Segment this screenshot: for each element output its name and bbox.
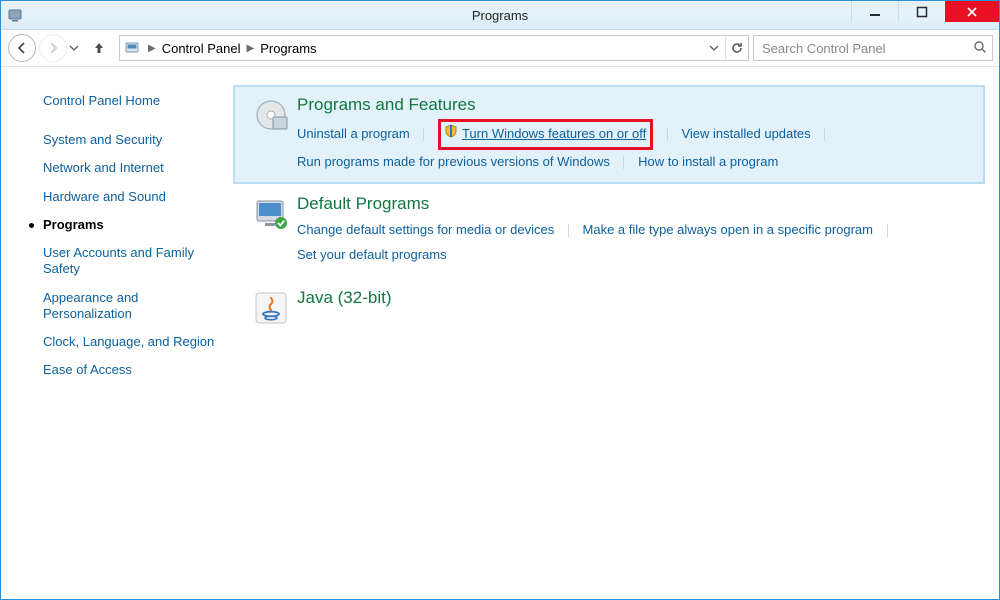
minimize-button[interactable] [851, 1, 898, 22]
sidebar-item-appearance[interactable]: Appearance and Personalization [17, 284, 233, 329]
up-button[interactable] [87, 40, 111, 56]
link-view-installed-updates[interactable]: View installed updates [681, 126, 810, 141]
sidebar-item-network-internet[interactable]: Network and Internet [17, 154, 233, 182]
search-box[interactable]: Search Control Panel [753, 35, 993, 61]
category-title[interactable]: Default Programs [297, 194, 973, 214]
app-icon [7, 7, 23, 23]
link-how-to-install[interactable]: How to install a program [638, 154, 778, 169]
sidebar: Control Panel Home System and Security N… [1, 67, 233, 599]
programs-features-icon [245, 95, 297, 174]
address-history-button[interactable] [703, 37, 725, 59]
category-links: Uninstall a program Turn Windows feature… [297, 119, 973, 174]
search-icon[interactable] [968, 40, 992, 57]
sidebar-home-link[interactable]: Control Panel Home [17, 93, 233, 126]
chevron-right-icon[interactable]: ▶ [242, 43, 258, 54]
link-change-default-settings[interactable]: Change default settings for media or dev… [297, 222, 554, 237]
sidebar-list: System and Security Network and Internet… [17, 126, 233, 385]
sidebar-item-clock-language-region[interactable]: Clock, Language, and Region [17, 328, 233, 356]
refresh-button[interactable] [725, 37, 748, 59]
link-compatibility[interactable]: Run programs made for previous versions … [297, 154, 610, 169]
window-controls [851, 1, 999, 22]
back-button[interactable] [8, 34, 36, 62]
location-icon [124, 40, 140, 56]
section-programs-and-features[interactable]: Programs and Features Uninstall a progra… [233, 85, 985, 184]
window-title: Programs [472, 8, 528, 23]
section-java[interactable]: Java (32-bit) [233, 278, 985, 336]
sidebar-item-system-security[interactable]: System and Security [17, 126, 233, 154]
client-area: Control Panel Home System and Security N… [1, 67, 999, 599]
sidebar-item-hardware-sound[interactable]: Hardware and Sound [17, 183, 233, 211]
sidebar-item-user-accounts[interactable]: User Accounts and Family Safety [17, 239, 233, 284]
breadcrumb-leaf[interactable]: Programs [258, 41, 318, 56]
maximize-button[interactable] [898, 1, 945, 22]
navigation-bar: ▶ Control Panel ▶ Programs Search Contro… [1, 30, 999, 67]
uac-shield-icon [444, 122, 458, 147]
category-links: Change default settings for media or dev… [297, 218, 973, 267]
link-set-default-programs[interactable]: Set your default programs [297, 247, 447, 262]
section-default-programs[interactable]: Default Programs Change default settings… [233, 184, 985, 277]
chevron-right-icon[interactable]: ▶ [144, 43, 160, 54]
java-icon [245, 288, 297, 326]
link-uninstall-program[interactable]: Uninstall a program [297, 126, 410, 141]
forward-button[interactable] [39, 34, 67, 62]
category-title[interactable]: Programs and Features [297, 95, 973, 115]
category-title[interactable]: Java (32-bit) [297, 288, 973, 308]
breadcrumb-root[interactable]: Control Panel [160, 41, 243, 56]
sidebar-item-programs[interactable]: Programs [17, 211, 233, 239]
highlight-annotation: Turn Windows features on or off [438, 119, 653, 150]
main-pane: Programs and Features Uninstall a progra… [233, 67, 999, 599]
link-windows-features[interactable]: Turn Windows features on or off [462, 122, 646, 147]
default-programs-icon [245, 194, 297, 267]
control-panel-window: Programs [0, 0, 1000, 600]
address-bar[interactable]: ▶ Control Panel ▶ Programs [119, 35, 749, 61]
link-file-type-association[interactable]: Make a file type always open in a specif… [583, 222, 873, 237]
titlebar: Programs [1, 1, 999, 30]
sidebar-item-ease-of-access[interactable]: Ease of Access [17, 356, 233, 384]
close-button[interactable] [945, 1, 999, 22]
recent-locations-button[interactable] [69, 43, 79, 53]
search-placeholder: Search Control Panel [762, 41, 968, 56]
